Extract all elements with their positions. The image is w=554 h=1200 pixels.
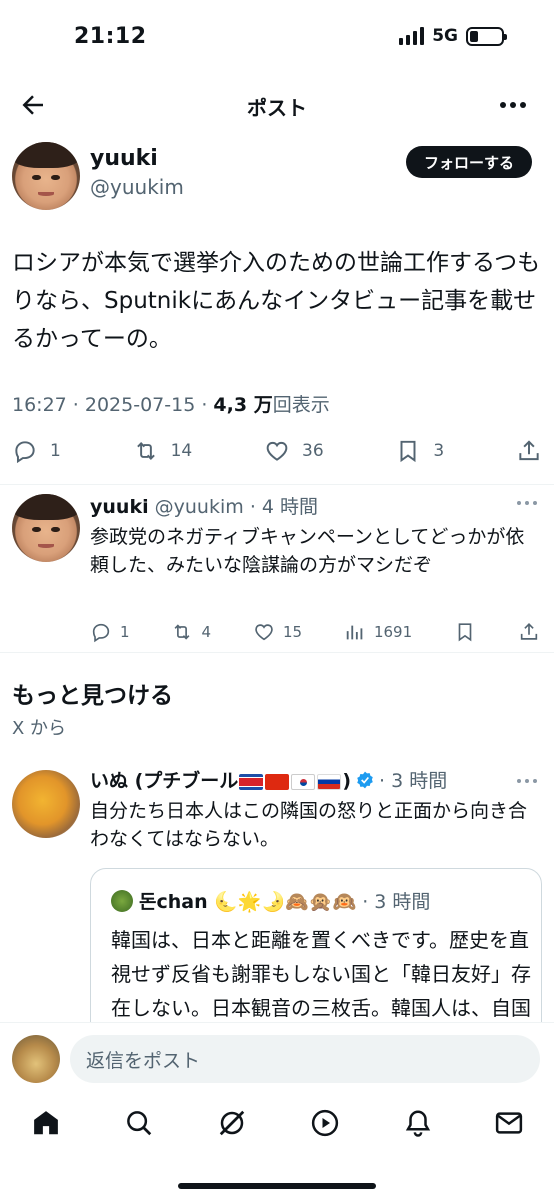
status-indicators: 5G xyxy=(399,26,507,46)
reply-repost-button[interactable]: 4 xyxy=(171,621,211,643)
signal-icon xyxy=(399,27,425,45)
bookmark-icon xyxy=(400,440,416,463)
recommended-post[interactable]: いぬ (プチブール) · 3 時間 自分たち日本人はこの隣国の怒りと正面から向き… xyxy=(90,766,540,853)
more-options-icon[interactable] xyxy=(498,94,528,116)
reply-action-bar: 1 4 15 1691 xyxy=(90,618,540,646)
reply-input[interactable]: 返信をポスト xyxy=(70,1035,540,1083)
reply-icon xyxy=(15,441,35,464)
reply-icon xyxy=(92,623,110,643)
messages-icon[interactable] xyxy=(494,1108,524,1138)
top-bar: ポスト xyxy=(0,80,554,130)
north-korea-flag-icon xyxy=(239,773,264,790)
repost-button[interactable]: 14 xyxy=(133,438,193,464)
home-indicator xyxy=(178,1183,376,1189)
recommended-more-icon[interactable] xyxy=(516,776,538,786)
reply-header: yuuki @yuukim · 4 時間 xyxy=(90,492,540,519)
verified-badge-icon xyxy=(357,771,373,788)
russia-flag-icon xyxy=(317,773,342,790)
reply-avatar[interactable] xyxy=(12,494,80,562)
home-icon[interactable] xyxy=(31,1108,61,1138)
quoted-age: · 3 時間 xyxy=(362,891,431,913)
reply-reply-count: 1 xyxy=(120,623,130,641)
china-flag-icon xyxy=(265,773,290,790)
repost-icon xyxy=(136,442,155,460)
bookmark-count: 3 xyxy=(433,441,445,461)
repost-icon xyxy=(175,624,190,640)
status-time: 21:12 xyxy=(74,24,147,49)
discover-title: もっと見つける xyxy=(12,683,173,709)
author-info[interactable]: yuuki @yuukim xyxy=(90,146,184,199)
share-icon xyxy=(520,623,538,640)
quoted-avatar xyxy=(111,889,133,912)
views-icon xyxy=(346,625,363,640)
like-count: 36 xyxy=(302,441,324,461)
author-avatar[interactable] xyxy=(12,142,80,210)
notifications-icon[interactable] xyxy=(403,1108,433,1138)
discover-subtitle: X から xyxy=(12,718,67,739)
follow-button[interactable]: フォローする xyxy=(406,146,532,178)
post-action-bar: 1 14 36 3 xyxy=(12,434,542,468)
reply-composer: 返信をポスト xyxy=(0,1022,554,1094)
heart-icon xyxy=(255,624,273,641)
reply-repost-count: 4 xyxy=(201,623,212,641)
recommended-text: 自分たち日本人はこの隣国の怒りと正面から向き合わなくてはならない。 xyxy=(90,800,528,850)
reply-views-button[interactable]: 1691 xyxy=(344,621,412,643)
reply-text: 参政党のネガティブキャンペーンとしてどっかが依頼した、みたいな陰謀論の方がマシだ… xyxy=(90,526,525,576)
reply-like-count: 15 xyxy=(282,623,303,641)
quoted-author-name: 돈chan 🌜🌟🌛🙈🙊🙉 xyxy=(139,891,357,913)
author-handle[interactable]: @yuukim xyxy=(90,175,184,199)
grok-icon[interactable] xyxy=(217,1108,247,1138)
status-bar: 21:12 5G xyxy=(0,0,554,74)
post-timestamp: 16:27 · 2025-07-15 · xyxy=(12,394,214,416)
divider xyxy=(0,652,554,653)
battery-icon xyxy=(466,26,507,46)
my-avatar[interactable] xyxy=(12,1035,60,1083)
recommended-header: いぬ (プチブール) · 3 時間 xyxy=(90,766,540,793)
page-title: ポスト xyxy=(247,96,307,120)
video-icon[interactable] xyxy=(310,1108,340,1138)
share-icon xyxy=(519,440,539,461)
recommended-age: · 3 時間 xyxy=(379,770,448,792)
reply-post[interactable]: yuuki @yuukim · 4 時間 参政党のネガティブキャンペーンとしてど… xyxy=(90,492,540,579)
reply-button[interactable]: 1 xyxy=(12,438,61,464)
divider xyxy=(0,484,554,485)
reply-count: 1 xyxy=(50,441,61,461)
recommended-author-name[interactable]: いぬ (プチブール) xyxy=(90,766,351,793)
share-button[interactable] xyxy=(516,438,542,464)
recommended-avatar[interactable] xyxy=(12,770,80,838)
reply-bookmark-button[interactable] xyxy=(454,621,476,643)
repost-count: 14 xyxy=(170,441,193,461)
bookmark-button[interactable]: 3 xyxy=(395,438,444,464)
reply-like-button[interactable]: 15 xyxy=(253,621,302,643)
reply-share-button[interactable] xyxy=(518,621,540,643)
reply-more-icon[interactable] xyxy=(516,498,538,508)
post-text: ロシアが本気で選挙介入のための世論工作するつもりなら、Sputnikにあんなイン… xyxy=(12,250,541,352)
south-korea-flag-icon xyxy=(291,773,316,790)
reply-reply-button[interactable]: 1 xyxy=(90,621,130,643)
search-icon[interactable] xyxy=(124,1108,154,1138)
bookmark-icon xyxy=(458,623,472,642)
author-name[interactable]: yuuki xyxy=(90,146,184,171)
view-label: 回表示 xyxy=(272,394,330,416)
reply-author-name[interactable]: yuuki xyxy=(90,496,149,518)
heart-icon xyxy=(266,441,288,461)
like-button[interactable]: 36 xyxy=(264,438,324,464)
post-meta: 16:27 · 2025-07-15 · 4,3 万回表示 xyxy=(12,390,330,417)
reply-author-handle[interactable]: @yuukim xyxy=(155,496,244,518)
quoted-header: 돈chan 🌜🌟🌛🙈🙊🙉 · 3 時間 xyxy=(111,887,430,914)
view-count: 4,3 万 xyxy=(213,394,273,416)
reply-age: · 4 時間 xyxy=(249,496,319,518)
reply-view-count: 1691 xyxy=(373,623,413,641)
network-type: 5G xyxy=(432,26,458,46)
